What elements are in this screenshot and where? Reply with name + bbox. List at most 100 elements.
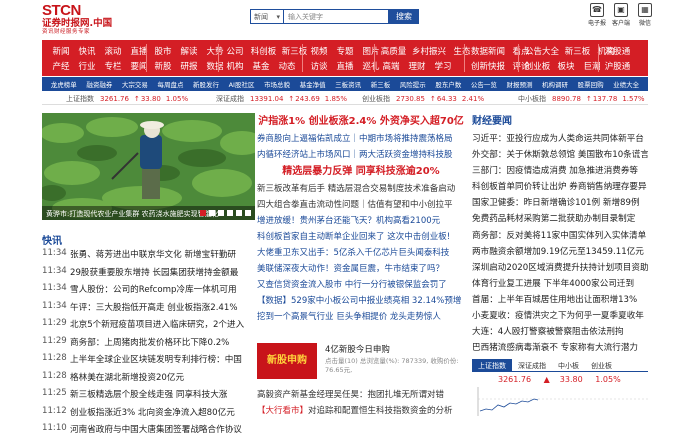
- nav-item[interactable]: 研报: [176, 60, 202, 72]
- search-input[interactable]: 输入关键字: [283, 9, 389, 24]
- list-item[interactable]: 11:34 张勇、蒋芳进出中联京华文化 新增宝轩勤研: [42, 248, 255, 266]
- nav-item[interactable]: 公告大全: [522, 45, 562, 57]
- news-link[interactable]: 商务部：反对美将11家中国实体列入实体清单: [472, 228, 648, 244]
- news-link[interactable]: 免费药品耗材采购第二批获助办制目录制定: [472, 211, 648, 227]
- kuaixun-title[interactable]: 快讯: [42, 232, 62, 247]
- search-button[interactable]: 搜索: [389, 9, 419, 24]
- secondary-nav-item[interactable]: 三板资讯: [335, 79, 361, 89]
- nav-item[interactable]: 动态: [274, 60, 300, 72]
- nav-item[interactable]: 滚动: [100, 45, 126, 57]
- top-icon-wechat[interactable]: ▦ 微信: [636, 3, 654, 27]
- news-link[interactable]: 【大行看市】对追踪和配置恒生科技指数资金的分析: [257, 403, 465, 419]
- tab-market[interactable]: 中小板: [552, 359, 585, 371]
- news-link[interactable]: 习近平：亚投行应成为人类命运共同体新平台: [472, 131, 648, 147]
- ticker-item[interactable]: 上证指数 3261.76 ↑33.80 1.05%: [66, 94, 193, 104]
- secondary-nav-item[interactable]: 融资融券: [86, 79, 112, 89]
- nav-item[interactable]: 新股: [150, 60, 176, 72]
- carousel-dot[interactable]: [245, 210, 251, 216]
- news-link[interactable]: 券商股向上逼福佑凯成立｜中期市场将推持震荡格局: [257, 131, 465, 147]
- news-link[interactable]: 挖到一个高景气行业 巨头争相提价 龙头走势惊人: [257, 309, 465, 325]
- carousel-dot[interactable]: [236, 210, 242, 216]
- news-link[interactable]: 科创板首家自主动断单企业回来了 这次中击创业板!: [257, 229, 465, 245]
- news-link[interactable]: 内循环经济站上市场风口｜两大活跃资金增持科技股: [257, 147, 465, 163]
- nav-item[interactable]: 高端: [378, 60, 404, 72]
- nav-item[interactable]: 数据新闻: [468, 45, 508, 57]
- nav-item[interactable]: 创业板: [522, 60, 553, 72]
- secondary-nav-item[interactable]: 股票回购: [578, 79, 604, 89]
- news-link[interactable]: 高毅资产新基金经理吴任昊：抱团扎堆无所谓对错: [257, 387, 465, 403]
- list-item[interactable]: 11:10 河南省政府与中国大唐集团签署战略合作协议: [42, 423, 255, 441]
- news-link[interactable]: 科创板首单同价转让出炉 券商销售纳理存要异: [472, 179, 648, 195]
- finance-news-title[interactable]: 财经要闻: [472, 113, 648, 131]
- list-item[interactable]: 11:34 午评：三大股指低开高走 创业板指涨2.41%: [42, 301, 255, 319]
- news-link[interactable]: 体育行业复工进展 下半年4000家公司迁到: [472, 276, 648, 292]
- tab-market[interactable]: 深证成指: [512, 359, 552, 371]
- news-link[interactable]: 【数据】529家中小板公司中报业绩亮相 32.14%预增: [257, 293, 465, 309]
- secondary-nav-item[interactable]: 机构调研: [542, 79, 568, 89]
- carousel-dot[interactable]: [200, 210, 206, 216]
- news-link[interactable]: 大连：4人殴打警察被警察阻击依法刑拘: [472, 324, 648, 340]
- top-icon-epaper[interactable]: ☎ 电子报: [588, 3, 606, 27]
- secondary-nav-item[interactable]: 股东户数: [435, 79, 461, 89]
- nav-item[interactable]: 产经: [48, 60, 74, 72]
- news-link[interactable]: 国家卫健委：昨日新增确诊101例 新增89例: [472, 195, 648, 211]
- search-category-select[interactable]: 新闻 ▾: [250, 9, 283, 24]
- ipo-promo[interactable]: 新股申购 4亿新股今日申购 点击量(10) 总浏览量(%): 787339, 收…: [257, 343, 465, 383]
- nav-item[interactable]: 直播: [126, 45, 152, 57]
- secondary-nav-item[interactable]: 市场总貌: [264, 79, 290, 89]
- list-item[interactable]: 11:25 新三板精选层个股全线走强 同享科技大涨: [42, 388, 255, 406]
- nav-item[interactable]: 高质量: [378, 45, 409, 57]
- ticker-item[interactable]: 创业板指 2730.85 ↑64.33 2.41%: [362, 94, 489, 104]
- secondary-nav-item[interactable]: AI股社区: [229, 79, 255, 89]
- ipo-title[interactable]: 4亿新股今日申购: [325, 343, 390, 355]
- nav-item[interactable]: 科创板: [248, 45, 279, 57]
- list-item[interactable]: 11:34 雪人股份：公司的Refcomp冷库一体机可用: [42, 283, 255, 301]
- news-link[interactable]: 首届：上半年百城居住用地出让面积增13%: [472, 292, 648, 308]
- nav-item[interactable]: 乡村振兴: [409, 45, 449, 57]
- ipo-image[interactable]: 新股申购: [257, 343, 317, 379]
- secondary-nav-item[interactable]: 大宗交易: [122, 79, 148, 89]
- carousel-dot[interactable]: [227, 210, 233, 216]
- list-item[interactable]: 11:29 北京5个新冠疫苗项目进入临床研究，2个进入: [42, 318, 255, 336]
- nav-item[interactable]: 快讯: [74, 45, 100, 57]
- nav-item[interactable]: 新闻: [48, 45, 74, 57]
- news-link[interactable]: 深圳启动2020区域消费提升扶持计划项目资助: [472, 260, 648, 276]
- secondary-nav-item[interactable]: 公告一览: [471, 79, 497, 89]
- top-icon-app[interactable]: ▣ 客户端: [612, 3, 630, 27]
- nav-item[interactable]: 直播: [332, 60, 358, 72]
- nav-item[interactable]: 理财: [404, 60, 430, 72]
- nav-item[interactable]: 专栏: [100, 60, 126, 72]
- nav-item[interactable]: 机构: [222, 60, 248, 72]
- nav-item[interactable]: 视频: [306, 45, 332, 57]
- site-logo[interactable]: STCN 证券时报网.中国 资讯财经服务专家: [42, 3, 112, 36]
- news-link[interactable]: 四大组合拳直击流动性问题｜估值有望和中小创拉平: [257, 197, 465, 213]
- secondary-nav-item[interactable]: 每周盘点: [157, 79, 183, 89]
- nav-item[interactable]: 深股通: [602, 45, 633, 57]
- nav-item[interactable]: 沪股通: [602, 60, 633, 72]
- headline-1[interactable]: 沪指涨1% 创业板涨2.4% 外资净买入超70亿: [257, 113, 465, 131]
- ticker-item[interactable]: 中小板指 8890.78 ↑137.78 1.57%: [518, 94, 650, 104]
- nav-item[interactable]: 公司: [222, 45, 248, 57]
- secondary-nav-item[interactable]: 风险提示: [400, 79, 426, 89]
- nav-item[interactable]: 新三板: [562, 45, 593, 57]
- news-link[interactable]: 又查信贷资金流入股市 中行一分行被银保监会罚了: [257, 277, 465, 293]
- news-link[interactable]: 增进放缓！贵州茅台还能飞天？机构高看2100元: [257, 213, 465, 229]
- nav-item[interactable]: 股市: [150, 45, 176, 57]
- list-item[interactable]: 11:34 29股获重要股东增持 长园集团获增持金额最: [42, 266, 255, 284]
- news-link[interactable]: 小麦夏收：疫情洪灾之下为何乎一夏季夏收年: [472, 308, 648, 324]
- nav-item[interactable]: 解读: [176, 45, 202, 57]
- nav-item[interactable]: 专题: [332, 45, 358, 57]
- photo-carousel[interactable]: 黄骅市:打造现代农业产业集群 农药浇水施肥实现智能化: [42, 113, 255, 220]
- ticker-item[interactable]: 深证成指 13391.04 ↑243.69 1.85%: [216, 94, 352, 104]
- news-link[interactable]: 美联储深夜大动作！资金属巨震，牛市结束了吗？: [257, 261, 465, 277]
- list-item[interactable]: 11:28 格林美在湖北新增投资20亿元: [42, 371, 255, 389]
- list-item[interactable]: 11:12 创业板指涨近3% 北向资金净流入超80亿元: [42, 406, 255, 424]
- secondary-nav-item[interactable]: 基金净值: [300, 79, 326, 89]
- nav-item[interactable]: 基金: [248, 60, 274, 72]
- secondary-nav-item[interactable]: 财报预测: [506, 79, 532, 89]
- tab-market[interactable]: 上证指数: [472, 359, 512, 371]
- news-link[interactable]: 外交部：关于休斯敦总领馆 美国散布10条谎言: [472, 147, 648, 163]
- nav-item[interactable]: 要闻: [126, 60, 152, 72]
- news-link[interactable]: 巴西猪流感病毒渐衰不 专家称有大流行潜力: [472, 340, 648, 356]
- headline-2[interactable]: 精选层暴力反弹 同享科技涨逾20%: [257, 163, 465, 181]
